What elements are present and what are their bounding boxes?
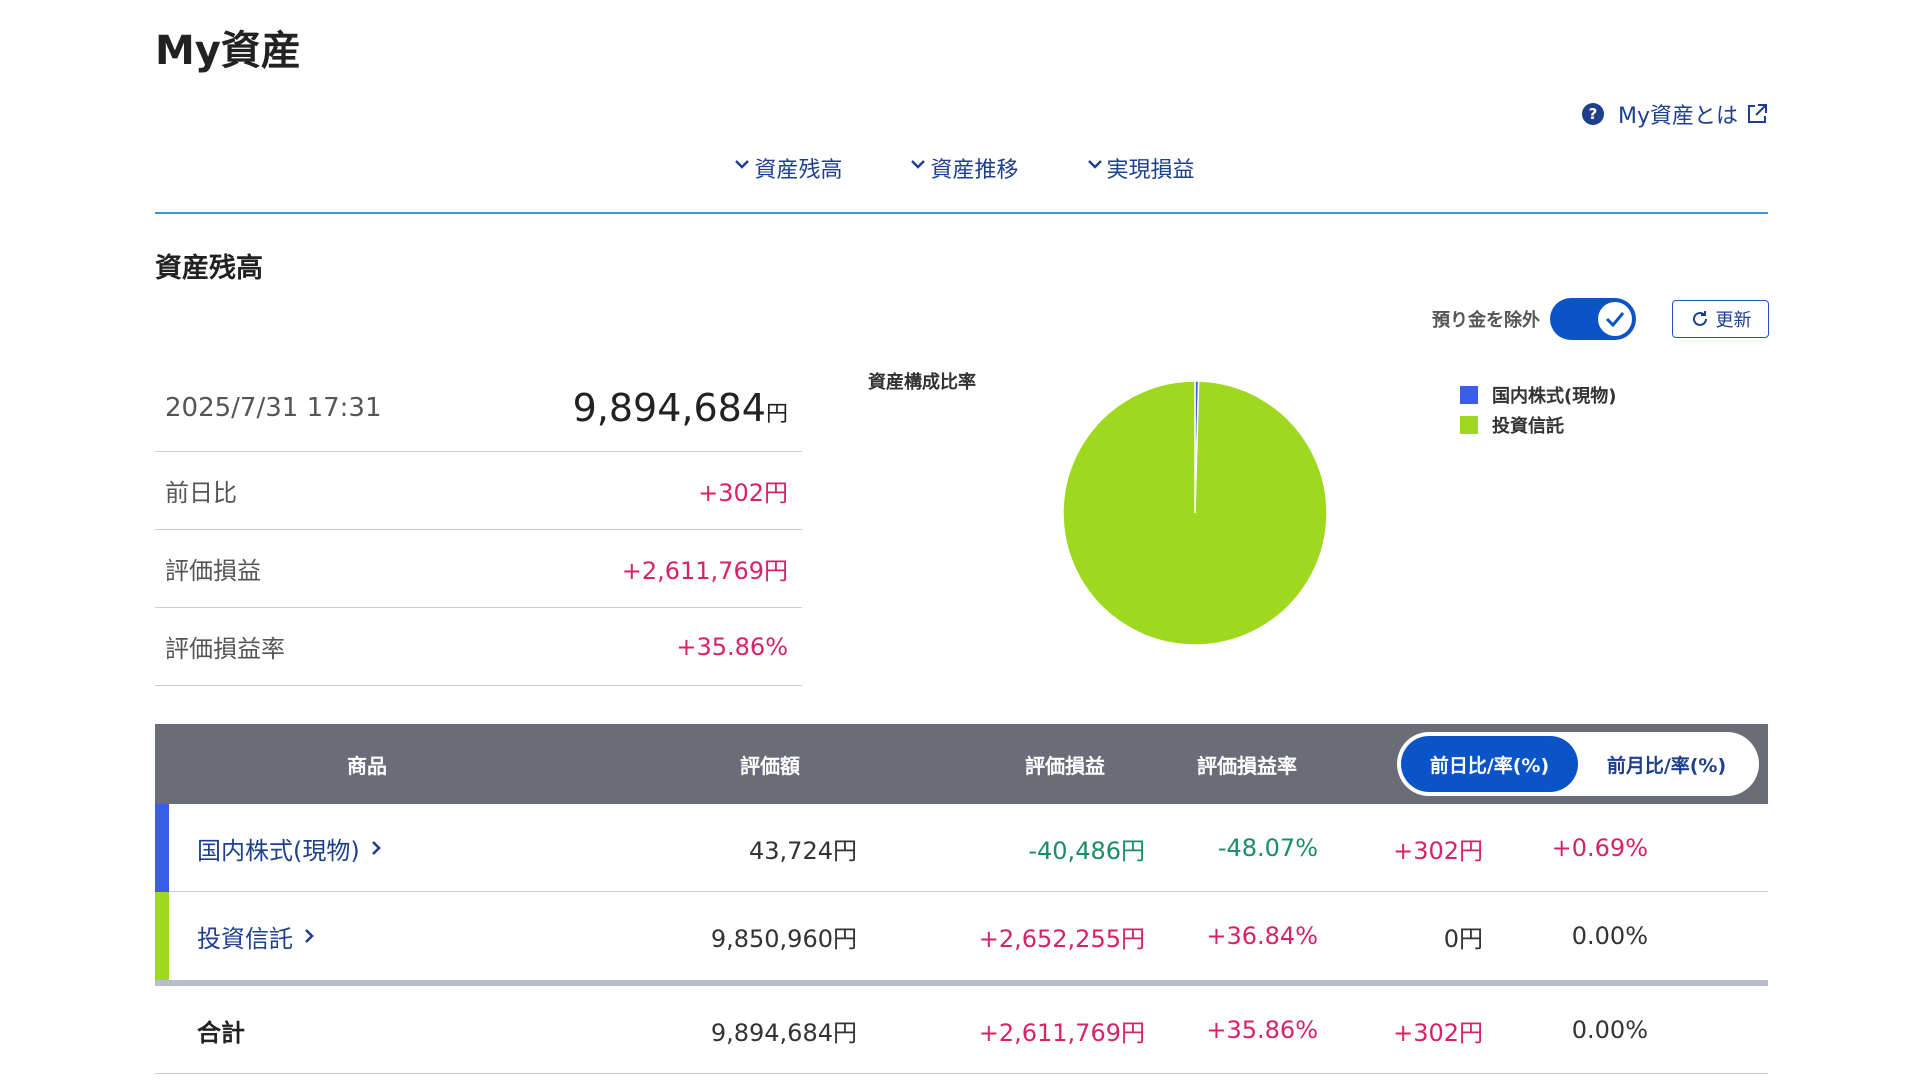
legend-swatch	[1460, 416, 1478, 434]
summary-date: 2025/7/31 17:31	[165, 393, 382, 423]
cell-pl-rate: -48.07%	[1217, 834, 1318, 862]
anchor-realized-label: 実現損益	[1106, 158, 1195, 183]
anchor-transition[interactable]: 資産推移	[910, 152, 1019, 212]
anchor-realized[interactable]: 実現損益	[1087, 152, 1195, 212]
table-total-row: 合計 9,894,684円 +2,611,769円 +35.86% +302円 …	[155, 986, 1768, 1074]
summary-value: +35.86%	[676, 632, 788, 661]
total-pl: +2,611,769円	[978, 1018, 1145, 1047]
header-product: 商品	[347, 753, 387, 778]
total-value: 9,894,684	[572, 386, 766, 430]
total-diff: +302円	[1393, 1018, 1483, 1047]
question-icon: ?	[1581, 103, 1604, 125]
header-valuation: 評価額	[740, 753, 800, 778]
summary-table: 2025/7/31 17:31 9,894,684円 前日比 +302円 評価損…	[155, 365, 802, 686]
summary-row: 前日比 +302円	[155, 452, 802, 530]
help-link-label: My資産とは	[1617, 104, 1738, 129]
segment-daily[interactable]: 前日比/率(%)	[1401, 736, 1578, 792]
summary-row: 評価損益率 +35.86%	[155, 608, 802, 686]
chart-legend: 国内株式(現物) 投資信託	[1460, 382, 1616, 442]
cell-diff-rate: 0.00%	[1571, 922, 1648, 950]
chevron-right-icon	[371, 841, 381, 855]
refresh-icon	[1692, 311, 1707, 326]
legend-item: 国内株式(現物)	[1460, 382, 1616, 408]
cell-pl-rate: +36.84%	[1206, 922, 1318, 950]
exclude-deposit-toggle[interactable]	[1550, 298, 1636, 340]
summary-row: 評価損益 +2,611,769円	[155, 530, 802, 608]
header-pl-rate: 評価損益率	[1197, 753, 1297, 778]
anchor-balance[interactable]: 資産残高	[734, 152, 842, 212]
summary-label: 前日比	[165, 479, 237, 507]
exclude-deposit-toggle-wrap: 預り金を除外	[1432, 298, 1636, 340]
toggle-label: 預り金を除外	[1432, 310, 1540, 331]
summary-total-row: 2025/7/31 17:31 9,894,684円	[155, 365, 802, 452]
chevron-down-icon	[735, 160, 750, 169]
row-name-cell: 国内株式(現物)	[197, 804, 382, 892]
cell-pl: +2,652,255円	[978, 924, 1145, 953]
legend-item: 投資信託	[1460, 412, 1616, 438]
page-title: My資産	[155, 28, 301, 74]
help-link[interactable]: ? My資産とは	[1581, 98, 1768, 130]
period-segmented-control: 前日比/率(%) 前月比/率(%)	[1397, 732, 1759, 796]
cell-diff: +302円	[1393, 836, 1483, 865]
legend-label: 国内株式(現物)	[1492, 386, 1617, 407]
holdings-table-header: 商品 評価額 評価損益 評価損益率 前日比/率(%) 前月比/率(%)	[155, 724, 1768, 804]
allocation-pie-chart	[1062, 380, 1328, 646]
legend-swatch	[1460, 386, 1478, 404]
anchor-balance-label: 資産残高	[754, 158, 843, 183]
pie-slice-1	[1062, 380, 1328, 646]
refresh-button[interactable]: 更新	[1672, 300, 1769, 338]
summary-value: +302円	[698, 479, 788, 507]
external-link-icon	[1746, 103, 1768, 125]
cell-diff-rate: +0.69%	[1551, 834, 1648, 862]
cell-diff: 0円	[1443, 924, 1483, 953]
total-valuation: 9,894,684円	[710, 1018, 857, 1047]
chart-title: 資産構成比率	[868, 372, 976, 393]
table-row: 国内株式(現物) 43,724円 -40,486円 -48.07% +302円 …	[155, 804, 1768, 892]
header-pl: 評価損益	[1025, 753, 1105, 778]
section-title: 資産残高	[155, 253, 263, 284]
legend-label: 投資信託	[1492, 416, 1564, 437]
toggle-knob	[1598, 302, 1632, 336]
summary-value: +2,611,769円	[621, 557, 788, 585]
total-pl-rate: +35.86%	[1206, 1016, 1318, 1044]
total-unit: 円	[765, 402, 788, 427]
summary-total: 9,894,684円	[573, 386, 788, 430]
total-diff-rate: 0.00%	[1571, 1016, 1648, 1044]
product-link[interactable]: 投資信託	[197, 919, 315, 954]
product-link[interactable]: 国内株式(現物)	[197, 831, 382, 866]
chevron-right-icon	[305, 929, 314, 943]
table-row: 投資信託 9,850,960円 +2,652,255円 +36.84% 0円 0…	[155, 892, 1768, 980]
row-color-bar	[155, 804, 169, 892]
row-color-bar	[155, 892, 169, 980]
anchor-transition-label: 資産推移	[930, 158, 1019, 183]
summary-label: 評価損益率	[165, 635, 285, 663]
product-name: 投資信託	[197, 924, 293, 953]
anchor-nav: 資産残高 資産推移 実現損益	[155, 152, 1768, 214]
segment-monthly[interactable]: 前月比/率(%)	[1578, 736, 1755, 792]
product-name: 国内株式(現物)	[197, 836, 360, 865]
total-label: 合計	[197, 1018, 245, 1047]
refresh-label: 更新	[1715, 310, 1752, 331]
check-icon	[1605, 312, 1625, 328]
summary-label: 評価損益	[165, 557, 261, 585]
chevron-down-icon	[911, 160, 926, 169]
cell-valuation: 9,850,960円	[710, 924, 857, 953]
cell-valuation: 43,724円	[749, 836, 857, 865]
chevron-down-icon	[1087, 160, 1102, 169]
row-name-cell: 投資信託	[197, 892, 315, 980]
cell-pl: -40,486円	[1028, 836, 1145, 865]
